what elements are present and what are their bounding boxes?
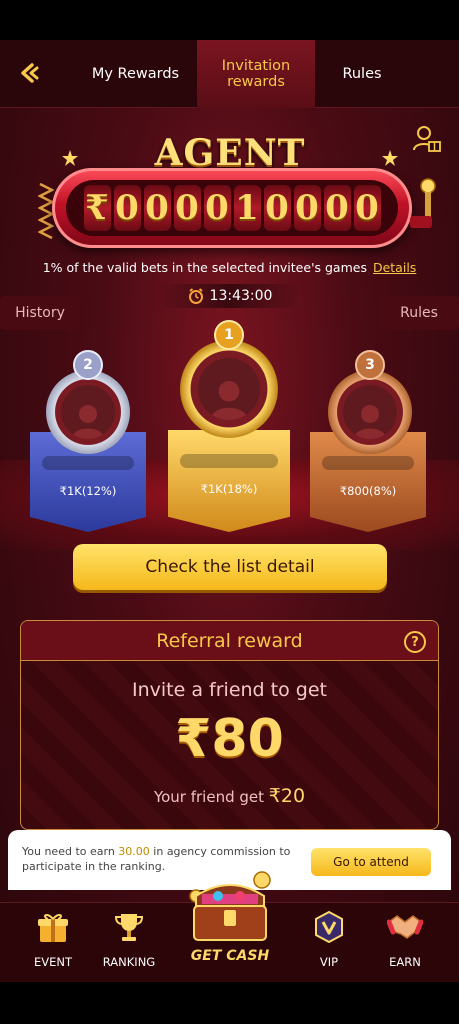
go-to-attend-button[interactable]: Go to attend bbox=[311, 848, 431, 876]
countdown-timer: 13:43:00 bbox=[160, 284, 300, 308]
gift-icon bbox=[38, 913, 68, 942]
tab-my-rewards[interactable]: My Rewards bbox=[78, 40, 193, 108]
avatar-placeholder-icon bbox=[72, 405, 104, 439]
rank-badge: 1 bbox=[214, 320, 244, 350]
reward-amount: ₹1K(12%) bbox=[59, 484, 117, 498]
reward-amount: ₹800(8%) bbox=[339, 484, 397, 498]
nav-vip[interactable]: VIP bbox=[294, 909, 364, 979]
avatar-placeholder-icon bbox=[210, 380, 248, 420]
referral-amount: ₹80 bbox=[175, 709, 284, 769]
jackpot-digit: 1 bbox=[233, 185, 261, 231]
rank-badge: 3 bbox=[355, 350, 385, 380]
jackpot-digit: 0 bbox=[113, 185, 141, 231]
back-arrow-icon[interactable] bbox=[18, 62, 40, 84]
jackpot-description: 1% of the valid bets in the selected inv… bbox=[42, 260, 417, 275]
vip-badge-icon bbox=[315, 910, 343, 944]
avatar-rank-3: 3 bbox=[328, 350, 412, 454]
tab-invitation-rewards[interactable]: Invitation rewards bbox=[197, 40, 315, 108]
app-screen: My Rewards Invitation rewards Rules AGEN… bbox=[0, 40, 459, 982]
nav-ranking[interactable]: RANKING bbox=[94, 909, 164, 979]
tab-header: My Rewards Invitation rewards Rules bbox=[0, 40, 459, 108]
handshake-icon bbox=[387, 915, 423, 939]
slot-lever-icon bbox=[410, 178, 436, 228]
details-link[interactable]: Details bbox=[373, 260, 416, 275]
avatar-rank-2: 2 bbox=[46, 350, 130, 454]
friend-amount: ₹20 bbox=[268, 785, 306, 807]
jackpot-digit: 0 bbox=[323, 185, 351, 231]
jackpot-digit: 0 bbox=[293, 185, 321, 231]
avatar-placeholder-icon bbox=[354, 405, 386, 439]
nav-earn[interactable]: EARN bbox=[370, 909, 440, 979]
history-button[interactable]: History bbox=[0, 296, 80, 330]
trophy-icon bbox=[114, 914, 144, 941]
jackpot-counter: ₹ 0 0 0 0 1 0 0 0 0 bbox=[52, 168, 412, 248]
help-icon[interactable]: ? bbox=[404, 631, 426, 653]
rank-badge: 2 bbox=[73, 350, 103, 380]
currency-symbol: ₹ bbox=[83, 185, 111, 231]
referral-reward-card: Referral reward ? Invite a friend to get… bbox=[20, 620, 439, 830]
system-nav-bar bbox=[0, 982, 459, 1024]
jackpot-digit: 0 bbox=[203, 185, 231, 231]
jackpot-digit: 0 bbox=[143, 185, 171, 231]
podium-plate-rank-1: ₹1K(18%) bbox=[168, 430, 290, 532]
jackpot-digit: 0 bbox=[353, 185, 381, 231]
alarm-clock-icon bbox=[188, 288, 203, 304]
tab-rules[interactable]: Rules bbox=[320, 40, 404, 108]
friend-reward: Your friend get ₹20 bbox=[153, 785, 306, 807]
avatar-rank-1: 1 bbox=[180, 320, 278, 438]
jackpot-digit: 0 bbox=[263, 185, 291, 231]
referral-title: Referral reward bbox=[156, 629, 303, 652]
status-bar bbox=[0, 0, 459, 40]
treasure-chest-icon bbox=[189, 871, 271, 941]
check-list-detail-button[interactable]: Check the list detail bbox=[73, 544, 387, 590]
reward-amount: ₹1K(18%) bbox=[200, 482, 258, 496]
rules-button[interactable]: Rules bbox=[379, 296, 459, 330]
nav-event[interactable]: EVENT bbox=[18, 909, 88, 979]
user-gift-icon[interactable] bbox=[412, 124, 442, 154]
nav-get-cash[interactable]: GET CASH bbox=[170, 866, 290, 976]
invite-text: Invite a friend to get bbox=[132, 679, 327, 701]
jackpot-digit: 0 bbox=[173, 185, 201, 231]
